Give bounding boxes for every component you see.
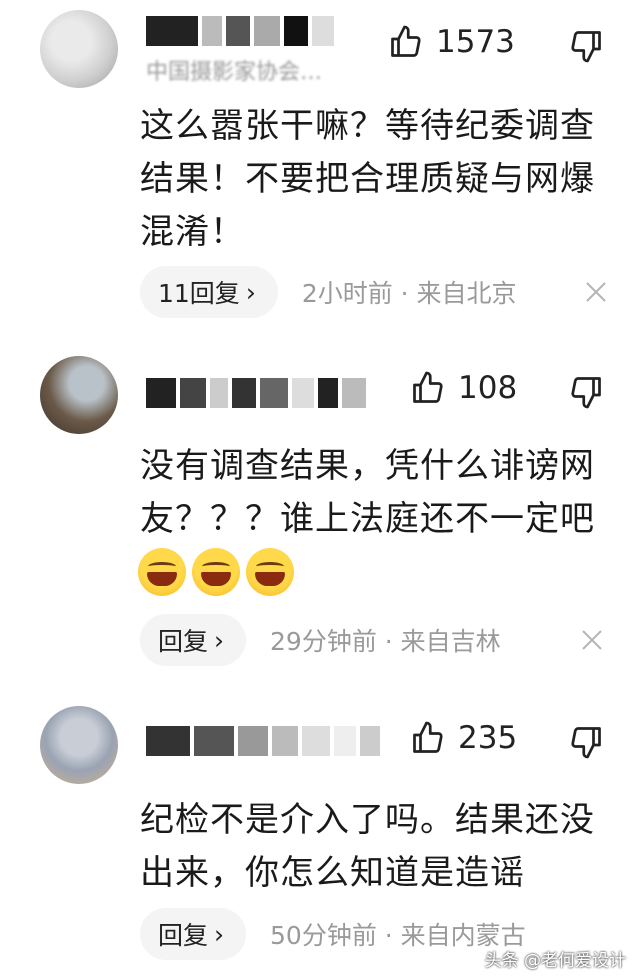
reply-label: 回复 [158, 921, 209, 950]
username-blurred[interactable] [146, 378, 366, 408]
like-count: 235 [458, 720, 518, 756]
reply-button[interactable]: 回复 › [140, 908, 247, 960]
timestamp-location: 2小时前 · 来自北京 [301, 279, 517, 308]
like-button[interactable]: 1573 [388, 24, 515, 60]
chevron-right-icon: › [214, 625, 225, 655]
username-blurred[interactable] [146, 726, 380, 756]
laughing-emoji-icon [138, 548, 186, 596]
chevron-right-icon: › [245, 277, 256, 307]
thumbs-up-icon [413, 371, 443, 403]
reply-button[interactable]: 11回复 › [140, 266, 278, 318]
close-icon[interactable] [580, 628, 604, 652]
comment-text: 没有调查结果，凭什么诽谤网 友？？？谁上法庭还不一定吧 [140, 446, 595, 539]
author-subtitle: 中国摄影家协会… [146, 60, 323, 85]
thumbs-up-icon [413, 721, 443, 753]
watermark-text: 头条 @老何爱设计 [484, 951, 626, 971]
chevron-right-icon: › [214, 919, 225, 949]
timestamp-location: 29分钟前 · 来自吉林 [270, 627, 501, 656]
reply-label: 回复 [158, 627, 209, 656]
comment-meta: 回复 › 50分钟前 · 来自内蒙古 [140, 908, 526, 960]
comment-text: 纪检不是介入了吗。结果还没 出来，你怎么知道是造谣 [140, 800, 595, 893]
laughing-emoji-icon [192, 548, 240, 596]
thumbs-down-icon[interactable] [568, 28, 604, 64]
close-icon[interactable] [584, 280, 608, 304]
avatar[interactable] [40, 10, 118, 88]
reply-button[interactable]: 回复 › [140, 614, 247, 666]
username-blurred[interactable] [146, 16, 334, 46]
avatar[interactable] [40, 706, 118, 784]
avatar[interactable] [40, 356, 118, 434]
thumbs-down-icon[interactable] [568, 724, 604, 760]
like-button[interactable]: 235 [410, 720, 517, 756]
comment-meta: 11回复 › 2小时前 · 来自北京 [140, 266, 517, 318]
thumbs-up-icon [391, 25, 421, 57]
like-button[interactable]: 108 [410, 370, 517, 406]
watermark: 头条 @老何爱设计 [485, 946, 626, 971]
like-count: 1573 [436, 24, 515, 60]
comment-meta: 回复 › 29分钟前 · 来自吉林 [140, 614, 501, 666]
like-count: 108 [458, 370, 518, 406]
laughing-emoji-icon [246, 548, 294, 596]
reply-label: 11回复 [158, 279, 240, 308]
emoji-row [138, 548, 300, 596]
comment-text: 这么嚣张干嘛？等待纪委调查 结果！不要把合理质疑与网爆 混淆！ [140, 106, 595, 252]
thumbs-down-icon[interactable] [568, 374, 604, 410]
